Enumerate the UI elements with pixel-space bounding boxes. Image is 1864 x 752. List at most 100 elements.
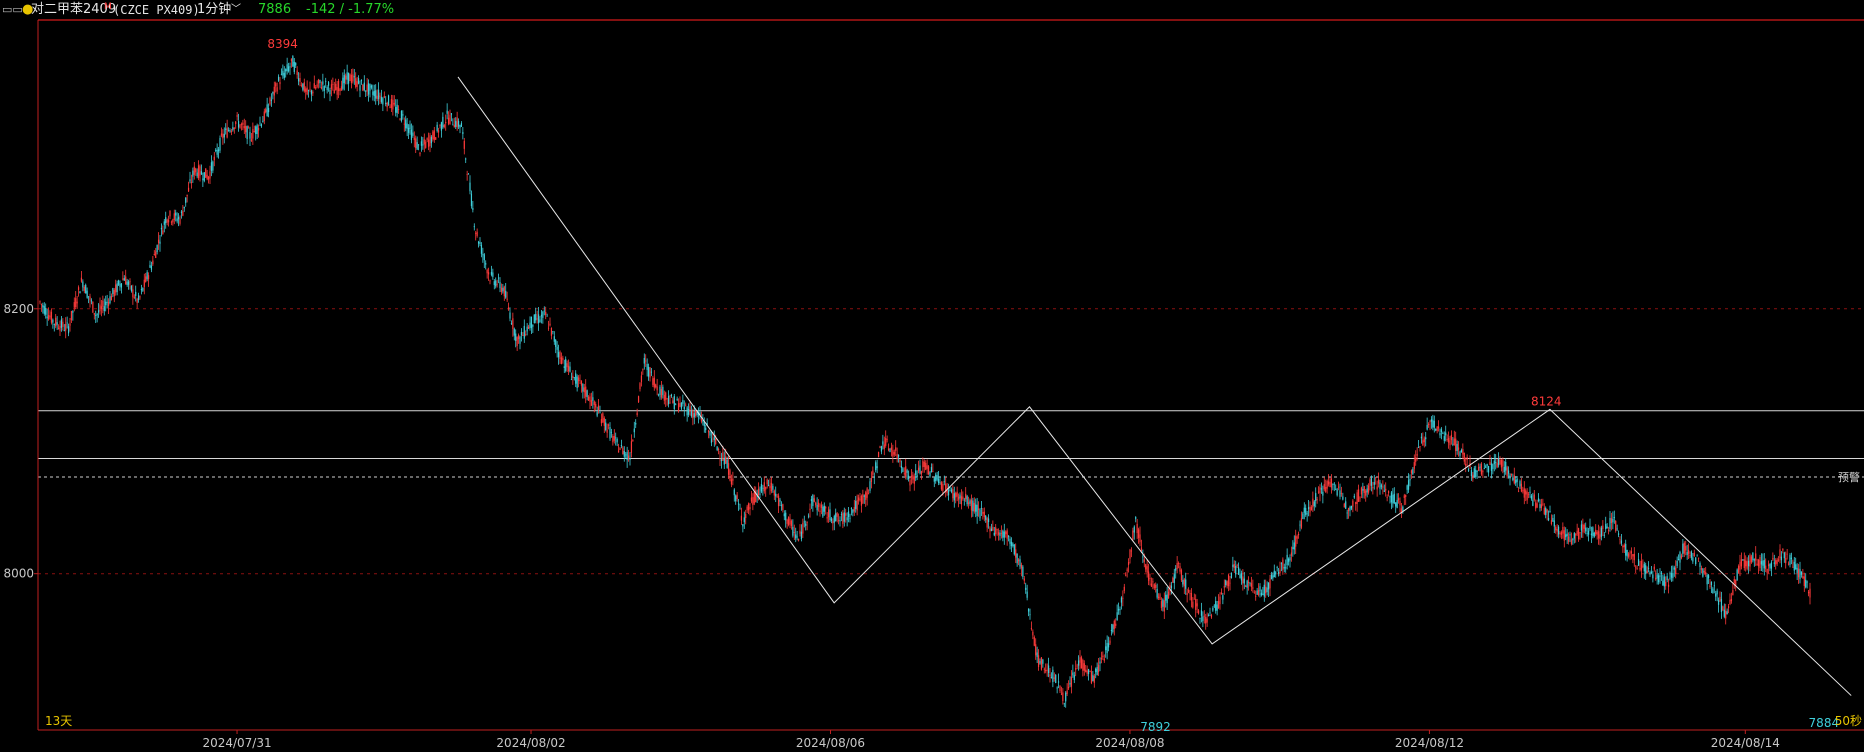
candle-body (769, 485, 771, 489)
candle-body (140, 289, 143, 291)
candle-body (942, 484, 944, 491)
candle-body (1369, 479, 1371, 486)
candle-body (582, 384, 584, 392)
candle-body (426, 138, 428, 140)
candle-body (129, 281, 131, 283)
candle-body (1487, 465, 1490, 473)
candle-body (272, 92, 274, 94)
candle-body (1443, 436, 1445, 441)
candle-body (142, 287, 144, 291)
candle-body (1497, 458, 1500, 466)
candle-body (260, 124, 263, 127)
candle-body (707, 430, 710, 433)
candle-body (659, 386, 661, 395)
candle-body (402, 114, 404, 116)
candle-body (740, 515, 743, 521)
candle-body (1517, 490, 1520, 492)
candle-body (557, 352, 560, 358)
candle-body (1040, 657, 1043, 670)
candle-body (1147, 571, 1150, 581)
candle-body (155, 251, 157, 259)
candle-body (320, 87, 323, 89)
candle-body (439, 125, 441, 126)
candle-body (497, 277, 500, 279)
candle-body (433, 130, 435, 140)
candle-body (560, 357, 563, 364)
candle-body (449, 114, 451, 125)
candle-body (92, 301, 94, 313)
candle-body (59, 325, 61, 331)
candle-body (1697, 557, 1700, 559)
candle-body (715, 438, 717, 445)
alert-line-label: 预警 (1838, 470, 1860, 484)
candle-body (1542, 503, 1544, 505)
candle-body (813, 498, 815, 502)
candle-body (1285, 567, 1287, 569)
candle-body (199, 166, 201, 176)
candle-body (216, 149, 218, 155)
candle-body (76, 301, 78, 304)
candle-body (255, 126, 257, 134)
candle-body (1475, 469, 1477, 477)
candle-body (520, 331, 523, 336)
candle-body (232, 127, 234, 131)
candle-body (69, 323, 71, 326)
y-tick-label: 8000 (3, 567, 34, 581)
candle-body (1477, 466, 1480, 471)
candle-body (392, 99, 394, 110)
candle-body (919, 465, 921, 474)
candle-body (122, 278, 124, 280)
price-chart[interactable]: 8200 8000 预警 2024/07/31 2024/08/02 2024/08/06… (0, 0, 1864, 752)
candle-body (49, 315, 51, 318)
candle-body (1546, 509, 1548, 513)
candle-body (277, 76, 280, 81)
candle-body (117, 280, 120, 285)
candle-body (1717, 600, 1720, 605)
candle-body (1266, 587, 1268, 592)
candle-body (675, 404, 677, 406)
candle-body (137, 295, 140, 301)
candle-body (1645, 565, 1647, 575)
candle-body (610, 431, 613, 433)
candle-body (492, 272, 494, 277)
candle-body (493, 281, 495, 286)
candle-body (585, 386, 587, 397)
candle-body (1720, 599, 1723, 612)
candle-body (1237, 567, 1240, 575)
candle-body (599, 412, 601, 414)
candle-body (886, 439, 888, 440)
candle-body (1157, 596, 1160, 599)
candle-body (67, 326, 70, 334)
peak-marker-label: 8124 (1531, 394, 1562, 408)
candle-body (1539, 504, 1541, 509)
candle-body (725, 456, 727, 464)
candle-body (205, 168, 207, 178)
candle-body (1605, 524, 1607, 530)
candle-body (977, 508, 980, 510)
candle-body (867, 493, 870, 495)
candle-body (1800, 571, 1803, 575)
candle-body (940, 482, 943, 490)
candle-body (86, 290, 88, 298)
candle-body (1732, 590, 1734, 596)
candle-body (850, 508, 853, 510)
candle-body (1150, 583, 1153, 587)
candle-body (902, 468, 904, 472)
candle-body (1366, 488, 1368, 493)
candle-body (1640, 560, 1643, 571)
candle-body (1762, 560, 1764, 566)
candle-body (1756, 563, 1758, 566)
candle-body (860, 495, 863, 506)
candle-body (693, 413, 695, 418)
trend-line (457, 76, 1852, 696)
candle-body (700, 419, 703, 422)
candle-body (1649, 572, 1651, 575)
candle-body (83, 286, 85, 291)
candle-body (923, 461, 925, 467)
candle-body (1303, 507, 1305, 513)
candle-body (1226, 581, 1228, 586)
candle-body (120, 283, 123, 288)
candle-body (245, 125, 247, 133)
candle-body (576, 376, 578, 388)
candle-body (72, 310, 74, 313)
